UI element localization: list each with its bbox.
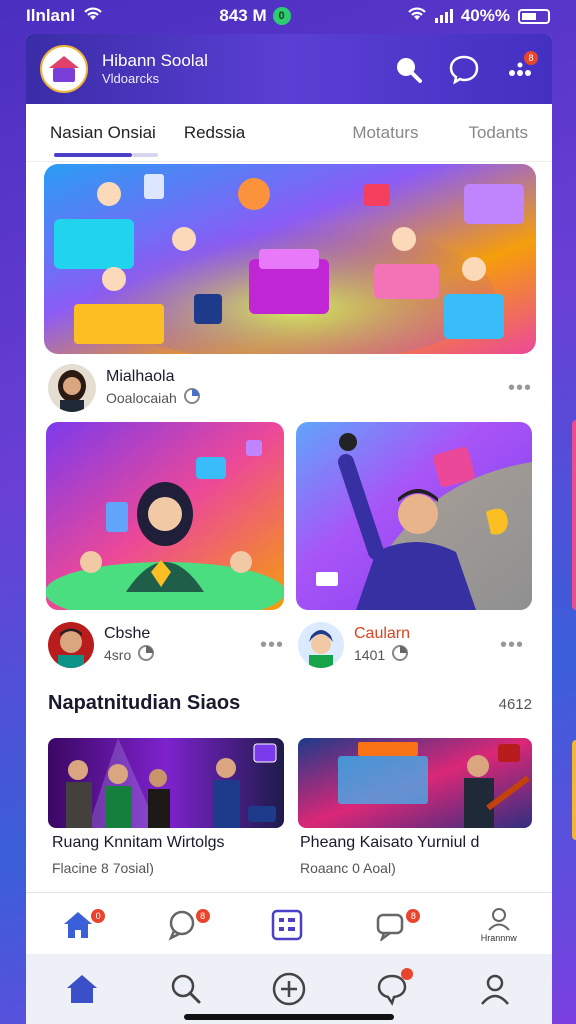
- avatar[interactable]: [298, 622, 344, 668]
- plus-circle-icon: [272, 972, 306, 1006]
- card-author-row[interactable]: Cbshe 4sro •••: [48, 620, 284, 670]
- author-subtitle: Ooalocaiah: [106, 390, 177, 407]
- clock: 843 M: [219, 6, 267, 25]
- nav-profile[interactable]: Hrannnw: [481, 907, 517, 943]
- wifi-icon: [407, 6, 427, 27]
- app-title: Hibann Soolal: [102, 51, 208, 70]
- nav2-home[interactable]: [64, 972, 100, 1006]
- video-card-subtitle: Flacine 8 7osial): [52, 860, 154, 876]
- app-bottom-nav: 0 8 8 Hrannnw: [26, 892, 552, 956]
- verified-icon: [183, 387, 201, 409]
- video-card-subtitle: Roaanc 0 Aoal): [300, 860, 396, 876]
- video-card-title[interactable]: Ruang Knnitam Wirtolgs: [52, 834, 225, 852]
- home-icon: [67, 975, 98, 1003]
- card-author-name: Caularn: [354, 624, 411, 642]
- status-bar: Ilnlanl 843 M 0 40%%: [0, 0, 576, 32]
- home-badge: 0: [91, 908, 106, 923]
- author-name: Mialhaola: [106, 367, 175, 385]
- app-logo[interactable]: [40, 45, 88, 93]
- nav2-search[interactable]: [169, 972, 203, 1006]
- chat-badge: 8: [195, 908, 210, 923]
- tab-bar: Nasian Onsiai Redssia Motaturs Todants: [26, 104, 552, 162]
- scroll-peek: [572, 420, 576, 610]
- app-header: Hibann Soolal Vldoarcks 8: [26, 34, 552, 104]
- nav2-create[interactable]: [271, 971, 307, 1007]
- search-button[interactable]: [390, 51, 426, 87]
- card-author-subtitle: 4sro: [104, 647, 132, 664]
- more-options-icon[interactable]: •••: [508, 377, 532, 400]
- video-card-image[interactable]: [298, 738, 532, 828]
- nav-chat[interactable]: 8: [166, 908, 210, 941]
- app-window: Hibann Soolal Vldoarcks 8 Nasian Onsiai …: [26, 34, 552, 1024]
- wifi-icon: [83, 6, 103, 27]
- content-card-image[interactable]: [46, 422, 284, 610]
- tab-0[interactable]: Nasian Onsiai: [50, 123, 156, 143]
- more-menu-button[interactable]: 8: [502, 51, 538, 87]
- active-tab-indicator: [54, 153, 132, 157]
- content-card-image[interactable]: [296, 422, 532, 610]
- signal-icon: [434, 9, 453, 23]
- video-card-image[interactable]: [48, 738, 284, 828]
- profile-icon: [480, 974, 509, 1005]
- battery-icon: [517, 8, 550, 24]
- messages-icon: [377, 913, 404, 941]
- nav-home[interactable]: 0: [61, 908, 106, 941]
- tab-2[interactable]: Motaturs: [352, 123, 418, 143]
- card-author-row[interactable]: Caularn 1401 •••: [298, 620, 524, 670]
- notification-dot: [401, 968, 414, 980]
- section-title: Napatnitudian Siaos: [48, 692, 241, 714]
- feature-author-row[interactable]: Mialhaola Ooalocaiah •••: [48, 362, 532, 414]
- tab-3[interactable]: Todants: [468, 123, 528, 143]
- feature-banner-image[interactable]: [44, 164, 536, 354]
- messages-badge: 8: [406, 908, 421, 923]
- video-card-title[interactable]: Pheang Kaisato Yurniul d: [300, 834, 479, 852]
- search-icon: [397, 58, 422, 83]
- nav2-profile[interactable]: [478, 972, 512, 1006]
- verified-icon: [137, 644, 155, 666]
- messages-button[interactable]: [446, 51, 482, 87]
- avatar[interactable]: [48, 622, 94, 668]
- house-icon: [49, 56, 79, 82]
- nav2-notifications[interactable]: [375, 968, 414, 1006]
- chat-bubble-icon: [449, 55, 479, 85]
- profile-label: Hrannnw: [480, 932, 517, 943]
- grid-icon: [271, 909, 303, 940]
- section-count[interactable]: 4612: [499, 696, 532, 713]
- battery-percent: 40%%: [460, 6, 510, 25]
- profile-icon: [488, 907, 510, 931]
- card-author-name: Cbshe: [104, 624, 151, 642]
- tab-indicator-track: [132, 153, 158, 157]
- scroll-peek: [572, 740, 576, 840]
- home-icon: [64, 911, 93, 938]
- tab-1[interactable]: Redssia: [184, 123, 245, 143]
- avatar[interactable]: [48, 364, 96, 412]
- notification-badge: 8: [524, 51, 538, 65]
- nav-messages[interactable]: 8: [374, 908, 421, 941]
- chat-icon: [168, 910, 194, 941]
- more-options-icon[interactable]: •••: [500, 634, 524, 657]
- card-author-subtitle: 1401: [354, 647, 386, 664]
- more-options-icon[interactable]: •••: [260, 634, 284, 657]
- search-icon: [171, 974, 201, 1004]
- carrier-label: Ilnlanl: [26, 6, 76, 25]
- nav-apps[interactable]: [270, 908, 304, 942]
- call-indicator-icon: 0: [272, 7, 291, 25]
- verified-icon: [391, 644, 409, 666]
- home-indicator[interactable]: [184, 1014, 394, 1020]
- app-subtitle: Vldoarcks: [102, 71, 160, 87]
